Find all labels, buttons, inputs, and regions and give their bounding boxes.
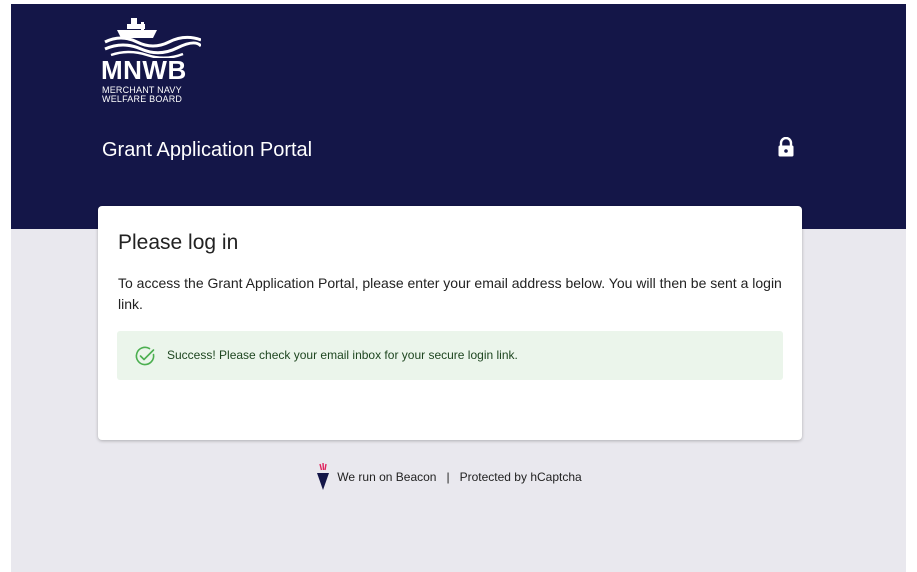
login-card: Please log in To access the Grant Applic… (98, 206, 802, 440)
mnwb-logo[interactable]: MNWB MERCHANT NAVY WELFARE BOARD (101, 14, 211, 106)
card-title: Please log in (118, 231, 239, 254)
portal-title: Grant Application Portal (102, 139, 313, 161)
logo-subtitle-line2: WELFARE BOARD (102, 94, 183, 104)
success-alert: Success! Please check your email inbox f… (117, 331, 783, 380)
footer-separator: | (446, 470, 450, 484)
beacon-icon (317, 462, 330, 490)
footer: We run on Beacon | Protected by hCaptcha (11, 462, 906, 502)
beacon-link[interactable]: We run on Beacon (337, 470, 436, 484)
ship-waves-icon (104, 18, 201, 58)
page: MNWB MERCHANT NAVY WELFARE BOARD Grant A… (11, 4, 906, 572)
hcaptcha-link[interactable]: Protected by hCaptcha (460, 470, 582, 484)
success-message: Success! Please check your email inbox f… (167, 348, 518, 362)
header-banner: MNWB MERCHANT NAVY WELFARE BOARD Grant A… (11, 4, 906, 229)
card-description: To access the Grant Application Portal, … (118, 275, 782, 312)
logo-wordmark: MNWB (101, 55, 187, 85)
check-circle-icon (135, 346, 155, 366)
lock-icon[interactable] (777, 137, 795, 157)
